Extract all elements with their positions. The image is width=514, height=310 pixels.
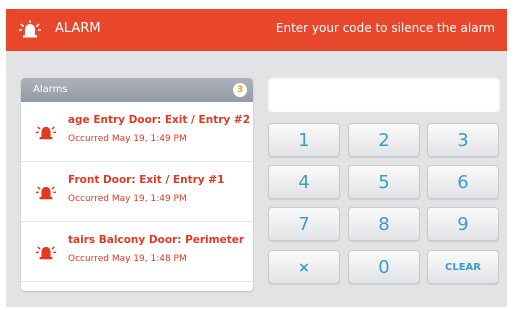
alarms-panel-header: Alarms 3 — [21, 78, 253, 102]
alarms-panel-title: Alarms — [33, 84, 68, 95]
alarm-item-time: Occurred May 19, 1:49 PM — [68, 134, 187, 144]
key-2[interactable]: 2 — [348, 123, 420, 157]
alarm-item-name: arage Entry Door: Exit / Entry #2 — [68, 114, 250, 126]
alarm-count-badge: 3 — [233, 83, 247, 97]
key-0[interactable]: 0 — [348, 250, 420, 284]
key-6[interactable]: 6 — [427, 165, 499, 199]
alarm-item-time: Occurred May 19, 1:49 PM — [68, 194, 187, 204]
siren-icon — [35, 186, 57, 200]
siren-icon — [19, 20, 41, 38]
alarm-header: ALARM Enter your code to silence the ala… — [6, 9, 507, 51]
key-3[interactable]: 3 — [427, 123, 499, 157]
key-7[interactable]: 7 — [268, 207, 340, 241]
page-title: ALARM — [55, 21, 101, 36]
key-4[interactable]: 4 — [268, 165, 340, 199]
key-1[interactable]: 1 — [268, 123, 340, 157]
alarm-item-name: tairs Balcony Door: Perimeter — [68, 234, 245, 246]
key-5[interactable]: 5 — [348, 165, 420, 199]
code-input[interactable] — [268, 77, 500, 112]
alarm-item-time: Occurred May 19, 1:48 PM — [68, 254, 187, 264]
alarm-item[interactable]: tairs Balcony Door: Perimeter Occurred M… — [21, 222, 253, 282]
alarm-item[interactable]: arage Entry Door: Exit / Entry #2 Occurr… — [21, 102, 253, 162]
siren-icon — [35, 246, 57, 260]
header-message: Enter your code to silence the alarm — [275, 21, 495, 35]
alarm-item[interactable]: Front Door: Exit / Entry #1 Occurred May… — [21, 162, 253, 222]
clear-button[interactable]: CLEAR — [427, 250, 499, 284]
key-8[interactable]: 8 — [348, 207, 420, 241]
key-9[interactable]: 9 — [427, 207, 499, 241]
alarms-panel: Alarms 3 arage Entry Door: Exit / Entry … — [21, 78, 253, 291]
cancel-key[interactable]: × — [268, 250, 340, 284]
alarm-item-name: Front Door: Exit / Entry #1 — [68, 174, 225, 186]
alarm-screen: ALARM Enter your code to silence the ala… — [6, 9, 507, 307]
siren-icon — [35, 126, 57, 140]
